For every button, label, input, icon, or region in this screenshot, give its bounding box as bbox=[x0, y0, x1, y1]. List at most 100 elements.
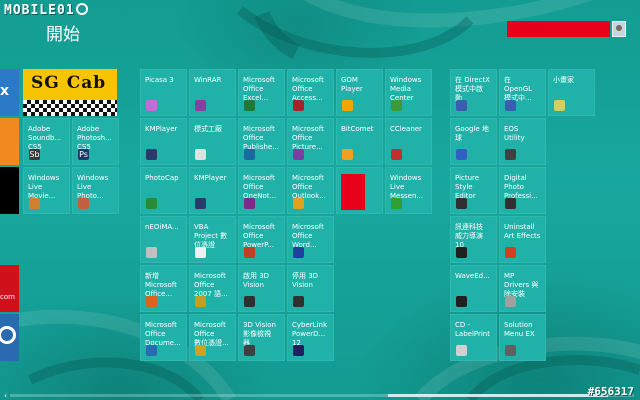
sg-cab-logo-text: SG Cab bbox=[31, 73, 107, 93]
edge-tile-1[interactable]: x bbox=[0, 69, 19, 116]
horizontal-scrollbar[interactable] bbox=[10, 394, 634, 397]
avatar[interactable] bbox=[612, 21, 626, 37]
app-tile[interactable]: Digital Photo Professi... bbox=[499, 167, 546, 214]
app-tile[interactable]: Uninstall Art Effects bbox=[499, 216, 546, 263]
edge-tile-6[interactable] bbox=[0, 314, 19, 361]
sg-cab-tile[interactable]: SG Cab bbox=[23, 69, 117, 116]
app-tile[interactable]: Microsoft Office Outlook... bbox=[287, 167, 334, 214]
app-tile[interactable]: 標式工廠 bbox=[189, 118, 236, 165]
app-tile[interactable]: Microsoft Office Docume... bbox=[140, 314, 187, 361]
app-tile[interactable]: Windows Media Center bbox=[385, 69, 432, 116]
tile-windows-live-photo[interactable]: Windows Live Photo... bbox=[72, 167, 119, 214]
edge-tile-2[interactable] bbox=[0, 118, 19, 165]
app-tile[interactable]: Microsoft Office PowerP... bbox=[238, 216, 285, 263]
labelprint-icon bbox=[456, 345, 467, 356]
edge-tile-3[interactable] bbox=[0, 167, 19, 214]
app-tile[interactable]: Microsoft Office Picture... bbox=[287, 118, 334, 165]
app-tile[interactable]: CCleaner bbox=[385, 118, 432, 165]
app-tile[interactable]: Picture Style Editor bbox=[450, 167, 497, 214]
app-tile[interactable]: 啟用 3D Vision bbox=[238, 265, 285, 312]
tile-label: Microsoft Office 數位憑證... bbox=[194, 321, 229, 347]
app-tile[interactable]: 新增 Microsoft Office... bbox=[140, 265, 187, 312]
app-tile[interactable]: Microsoft Office Publishe... bbox=[238, 118, 285, 165]
app-tile[interactable]: 3D Vision 影像檢視 器 bbox=[238, 314, 285, 361]
edge-tile-5[interactable]: com bbox=[0, 265, 19, 312]
app-tile[interactable]: 訊連科技 威力導演 10 bbox=[450, 216, 497, 263]
app-tile[interactable]: Microsoft Office Access... bbox=[287, 69, 334, 116]
app-tile[interactable]: nEOiMA... bbox=[140, 216, 187, 263]
app-tile[interactable]: Solution Menu EX bbox=[499, 314, 546, 361]
kmplayer-icon bbox=[146, 149, 157, 160]
directx-icon bbox=[456, 100, 467, 111]
app-tile[interactable]: Picasa 3 bbox=[140, 69, 187, 116]
publisher-icon bbox=[244, 149, 255, 160]
app-tile[interactable]: MP Drivers 與 除安裝 bbox=[499, 265, 546, 312]
tile-label: Picasa 3 bbox=[145, 76, 174, 84]
tile-label: Adobe Photosh... CS5 bbox=[77, 125, 112, 151]
app-tile[interactable]: Google 地 球 bbox=[450, 118, 497, 165]
waveeditor-icon bbox=[456, 296, 467, 307]
app-tile[interactable]: CyberLink PowerD... 12 bbox=[287, 314, 334, 361]
tile-label: Microsoft Office OneNot... bbox=[243, 174, 277, 200]
photo-id: #656317 bbox=[587, 385, 634, 398]
picture-icon bbox=[293, 149, 304, 160]
tile-windows-live-movie[interactable]: Windows Live Movie... bbox=[23, 167, 70, 214]
app-tile[interactable]: Microsoft Office OneNot... bbox=[238, 167, 285, 214]
app-tile[interactable]: KMPlayer bbox=[189, 167, 236, 214]
tile-label: CyberLink PowerD... 12 bbox=[292, 321, 327, 347]
tile-label: Windows Media Center bbox=[390, 76, 422, 102]
app-tile[interactable]: VBA Project 數 位憑證 bbox=[189, 216, 236, 263]
app-tile[interactable]: EOS Utility bbox=[499, 118, 546, 165]
app-tile[interactable]: Microsoft Office 2007 語... bbox=[189, 265, 236, 312]
tile-label: Microsoft Office Excel... bbox=[243, 76, 275, 102]
app-tile[interactable]: 停用 3D Vision bbox=[287, 265, 334, 312]
tile-label: Solution Menu EX bbox=[504, 321, 535, 338]
media-center-icon bbox=[391, 100, 402, 111]
tile-label: CCleaner bbox=[390, 125, 422, 133]
tile-label: 3D Vision 影像檢視 器 bbox=[243, 321, 276, 347]
user-name[interactable] bbox=[507, 21, 610, 37]
tile-label: Microsoft Office PowerP... bbox=[243, 223, 275, 249]
app-tile[interactable]: CD - LabelPrint bbox=[450, 314, 497, 361]
edge-tile-1-text: x bbox=[0, 83, 10, 99]
tile-label: Microsoft Office Outlook... bbox=[292, 174, 326, 200]
scroll-left-button[interactable]: ‹ bbox=[4, 391, 7, 400]
powerpoint-icon bbox=[244, 247, 255, 258]
tile-label: Windows Live Photo... bbox=[77, 174, 109, 200]
app-tile[interactable] bbox=[336, 167, 383, 214]
powerdirector-icon bbox=[456, 247, 467, 258]
photocap-icon bbox=[146, 198, 157, 209]
app-tile[interactable]: WaveEd... bbox=[450, 265, 497, 312]
app-tile[interactable]: BitComet bbox=[336, 118, 383, 165]
winrar-icon bbox=[195, 100, 206, 111]
tile-label: Adobe Soundb... CS5 bbox=[28, 125, 62, 151]
tile-adobe-soundbooth[interactable]: Adobe Soundb... CS5 Sb bbox=[23, 118, 70, 165]
app-tile[interactable]: Microsoft Office 數位憑證... bbox=[189, 314, 236, 361]
app-tile[interactable]: WinRAR bbox=[189, 69, 236, 116]
gom-icon bbox=[342, 100, 353, 111]
app-tile[interactable]: 小畫家 bbox=[548, 69, 595, 116]
cyberlink-icon bbox=[293, 345, 304, 356]
app-tile[interactable]: 在 OpenGL 模式中... bbox=[499, 69, 546, 116]
tile-label: MP Drivers 與 除安裝 bbox=[504, 272, 539, 298]
tile-label: Digital Photo Professi... bbox=[504, 174, 538, 200]
tile-label: KMPlayer bbox=[145, 125, 178, 133]
tile-label: 停用 3D Vision bbox=[292, 272, 319, 289]
app-tile[interactable]: Microsoft Office Excel... bbox=[238, 69, 285, 116]
mp-drivers-icon bbox=[505, 296, 516, 307]
app-tile[interactable]: PhotoCap bbox=[140, 167, 187, 214]
tile-label: Picture Style Editor bbox=[455, 174, 480, 200]
app-tile[interactable]: GOM Player bbox=[336, 69, 383, 116]
3dviewer-icon bbox=[244, 345, 255, 356]
excel-icon bbox=[244, 100, 255, 111]
scrollbar-thumb[interactable] bbox=[388, 394, 608, 397]
app-tile[interactable]: Windows Live Messen... bbox=[385, 167, 432, 214]
tile-label: 新增 Microsoft Office... bbox=[145, 272, 177, 298]
tile-label: KMPlayer bbox=[194, 174, 227, 182]
tile-adobe-photoshop[interactable]: Adobe Photosh... CS5 Ps bbox=[72, 118, 119, 165]
tile-label: 啟用 3D Vision bbox=[243, 272, 270, 289]
app-tile[interactable]: 在 DirectX 模式中啟 動 bbox=[450, 69, 497, 116]
app-tile[interactable]: KMPlayer bbox=[140, 118, 187, 165]
app-tile[interactable]: Microsoft Office Word... bbox=[287, 216, 334, 263]
tile-label: VBA Project 數 位憑證 bbox=[194, 223, 228, 249]
